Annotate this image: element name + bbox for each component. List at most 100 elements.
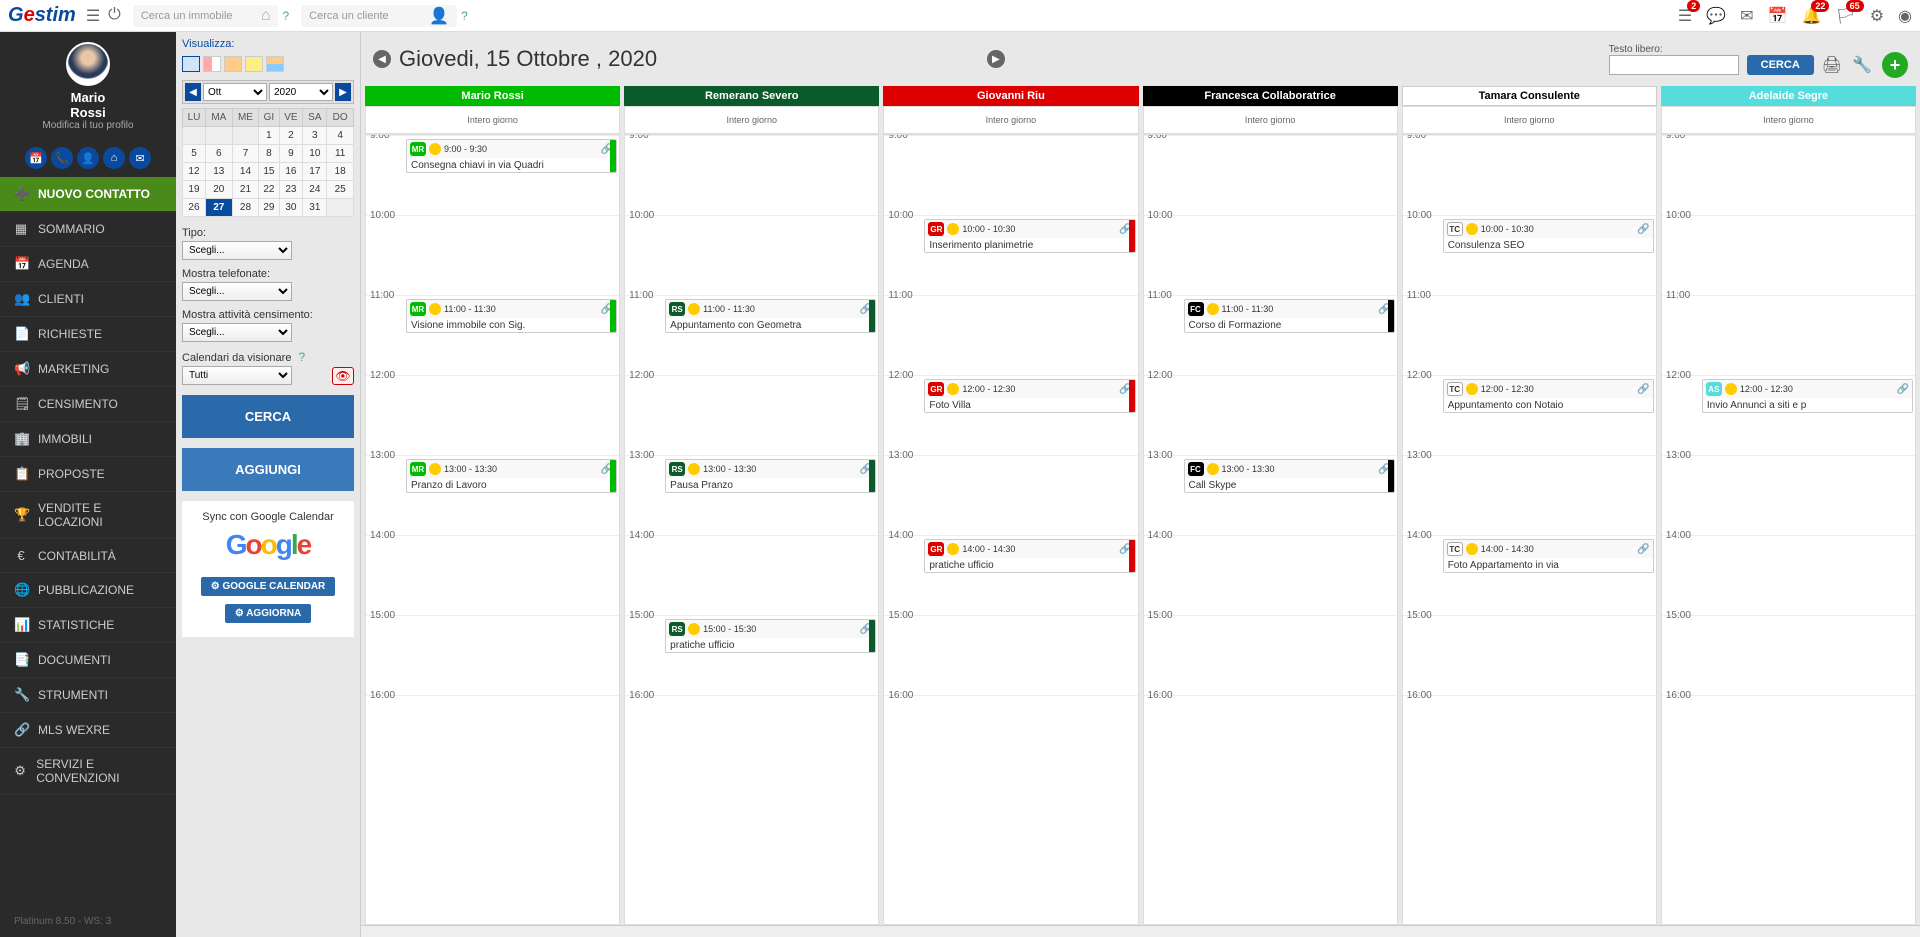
nav-contabilità[interactable]: €CONTABILITÀ bbox=[0, 539, 176, 573]
event[interactable]: RS13:00 - 13:30🔗Pausa Pranzo bbox=[665, 459, 876, 493]
nav-servizi-e-convenzioni[interactable]: ⚙SERVIZI E CONVENZIONI bbox=[0, 748, 176, 795]
power-icon[interactable]: ⏻ bbox=[108, 6, 121, 26]
minical-day[interactable]: 28 bbox=[232, 199, 259, 217]
allday-cell[interactable]: Intero giorno bbox=[1402, 106, 1657, 134]
time-body[interactable]: 9:0010:0011:0012:0013:0014:0015:0016:00G… bbox=[883, 134, 1138, 925]
view-day-icon[interactable] bbox=[182, 56, 200, 72]
bell-icon[interactable]: 🔔22 bbox=[1801, 6, 1821, 26]
event[interactable]: FC11:00 - 11:30🔗Corso di Formazione bbox=[1184, 299, 1395, 333]
time-body[interactable]: 9:0010:0011:0012:0013:0014:0015:0016:00A… bbox=[1661, 134, 1916, 925]
qi-user-icon[interactable]: 👤 bbox=[77, 147, 99, 169]
support-icon[interactable]: ◉ bbox=[1898, 6, 1912, 26]
nav-immobili[interactable]: 🏢IMMOBILI bbox=[0, 422, 176, 457]
nav-new-contact[interactable]: ➕ NUOVO CONTATTO bbox=[0, 177, 176, 212]
gear-icon[interactable]: ⚙ bbox=[1870, 6, 1884, 26]
aggiorna-button[interactable]: ⚙ AGGIORNA bbox=[225, 604, 311, 623]
minical-day[interactable]: 11 bbox=[327, 145, 354, 163]
event[interactable]: AS12:00 - 12:30🔗Invio Annunci a siti e p bbox=[1702, 379, 1913, 413]
nav-agenda[interactable]: 📅AGENDA bbox=[0, 247, 176, 282]
search-client-input[interactable] bbox=[309, 10, 429, 22]
qi-phone-icon[interactable]: 📞 bbox=[51, 147, 73, 169]
column-header[interactable]: Remerano Severo bbox=[624, 86, 879, 106]
event[interactable]: TC10:00 - 10:30🔗Consulenza SEO bbox=[1443, 219, 1654, 253]
minical-day[interactable]: 3 bbox=[303, 127, 327, 145]
minical-day[interactable]: 1 bbox=[259, 127, 279, 145]
allday-cell[interactable]: Intero giorno bbox=[883, 106, 1138, 134]
column-header[interactable]: Adelaide Segre bbox=[1661, 86, 1916, 106]
event[interactable]: RS11:00 - 11:30🔗Appuntamento con Geometr… bbox=[665, 299, 876, 333]
event[interactable]: GR14:00 - 14:30🔗pratiche ufficio bbox=[924, 539, 1135, 573]
minical-day[interactable]: 18 bbox=[327, 163, 354, 181]
nav-censimento[interactable]: 🗒CENSIMENTO bbox=[0, 387, 176, 422]
minical-day[interactable]: 21 bbox=[232, 181, 259, 199]
flag-icon[interactable]: 🏳65 bbox=[1835, 6, 1855, 26]
tasks-icon[interactable]: ☰2 bbox=[1678, 6, 1692, 26]
prev-month-button[interactable]: ◀ bbox=[185, 83, 201, 101]
help-icon[interactable]: ? bbox=[299, 350, 306, 364]
minical-day[interactable]: 30 bbox=[279, 199, 303, 217]
profile[interactable]: Mario Rossi Modifica il tuo profilo bbox=[0, 32, 176, 139]
minical-day[interactable]: 13 bbox=[205, 163, 232, 181]
nav-mls-wexre[interactable]: 🔗MLS WEXRE bbox=[0, 713, 176, 748]
prev-day-button[interactable]: ◀ bbox=[373, 50, 391, 68]
event[interactable]: FC13:00 - 13:30🔗Call Skype bbox=[1184, 459, 1395, 493]
minical[interactable]: LUMAMEGIVESADO 1234567891011121314151617… bbox=[182, 108, 354, 217]
view-month-icon[interactable] bbox=[245, 56, 263, 72]
time-body[interactable]: 9:0010:0011:0012:0013:0014:0015:0016:00R… bbox=[624, 134, 879, 925]
time-body[interactable]: 9:0010:0011:0012:0013:0014:0015:0016:00M… bbox=[365, 134, 620, 925]
event[interactable]: MR9:00 - 9:30🔗Consegna chiavi in via Qua… bbox=[406, 139, 617, 173]
nav-richieste[interactable]: 📄RICHIESTE bbox=[0, 317, 176, 352]
minical-day[interactable]: 27 bbox=[205, 199, 232, 217]
add-event-button[interactable]: + bbox=[1882, 52, 1908, 78]
minical-day[interactable]: 31 bbox=[303, 199, 327, 217]
next-day-button[interactable]: ▶ bbox=[987, 50, 1005, 68]
minical-day[interactable]: 8 bbox=[259, 145, 279, 163]
calendar-icon[interactable]: 📅 bbox=[1768, 6, 1788, 26]
minical-day[interactable]: 20 bbox=[205, 181, 232, 199]
minical-day[interactable]: 23 bbox=[279, 181, 303, 199]
minical-day[interactable]: 17 bbox=[303, 163, 327, 181]
nav-sommario[interactable]: ▦SOMMARIO bbox=[0, 212, 176, 247]
nav-vendite-e-locazioni[interactable]: 🏆VENDITE E LOCAZIONI bbox=[0, 492, 176, 539]
eye-icon[interactable] bbox=[332, 367, 354, 385]
allday-cell[interactable]: Intero giorno bbox=[624, 106, 879, 134]
mail-icon[interactable]: ✉ bbox=[1740, 6, 1753, 26]
event[interactable]: TC14:00 - 14:30🔗Foto Appartamento in via bbox=[1443, 539, 1654, 573]
time-body[interactable]: 9:0010:0011:0012:0013:0014:0015:0016:00T… bbox=[1402, 134, 1657, 925]
month-select[interactable]: Ott bbox=[203, 83, 267, 101]
nav-statistiche[interactable]: 📊STATISTICHE bbox=[0, 608, 176, 643]
qi-mail-icon[interactable]: ✉ bbox=[129, 147, 151, 169]
qi-calendar-icon[interactable]: 📅 bbox=[25, 147, 47, 169]
help-icon[interactable]: ? bbox=[282, 9, 289, 23]
minical-day[interactable]: 29 bbox=[259, 199, 279, 217]
header-cerca-button[interactable]: CERCA bbox=[1747, 55, 1814, 75]
year-select[interactable]: 2020 bbox=[269, 83, 333, 101]
censimento-select[interactable]: Scegli... bbox=[182, 323, 292, 342]
allday-cell[interactable]: Intero giorno bbox=[365, 106, 620, 134]
menu-icon[interactable]: ☰ bbox=[86, 6, 100, 26]
minical-day[interactable]: 15 bbox=[259, 163, 279, 181]
minical-day[interactable]: 6 bbox=[205, 145, 232, 163]
chat-icon[interactable]: 💬 bbox=[1706, 6, 1726, 26]
minical-day[interactable]: 9 bbox=[279, 145, 303, 163]
help-icon-2[interactable]: ? bbox=[461, 9, 468, 23]
event[interactable]: MR13:00 - 13:30🔗Pranzo di Lavoro bbox=[406, 459, 617, 493]
minical-day[interactable]: 5 bbox=[183, 145, 206, 163]
search-property-input[interactable] bbox=[141, 10, 261, 22]
event[interactable]: TC12:00 - 12:30🔗Appuntamento con Notaio bbox=[1443, 379, 1654, 413]
telefonate-select[interactable]: Scegli... bbox=[182, 282, 292, 301]
nav-proposte[interactable]: 📋PROPOSTE bbox=[0, 457, 176, 492]
search-property[interactable]: ⌂ bbox=[133, 5, 279, 27]
event[interactable]: GR12:00 - 12:30🔗Foto Villa bbox=[924, 379, 1135, 413]
allday-cell[interactable]: Intero giorno bbox=[1661, 106, 1916, 134]
column-header[interactable]: Francesca Collaboratrice bbox=[1143, 86, 1398, 106]
minical-day[interactable]: 25 bbox=[327, 181, 354, 199]
nav-pubblicazione[interactable]: 🌐PUBBLICAZIONE bbox=[0, 573, 176, 608]
column-header[interactable]: Giovanni Riu bbox=[883, 86, 1138, 106]
column-header[interactable]: Mario Rossi bbox=[365, 86, 620, 106]
minical-day[interactable]: 10 bbox=[303, 145, 327, 163]
google-calendar-button[interactable]: ⚙ GOOGLE CALENDAR bbox=[201, 577, 336, 596]
qi-home-icon[interactable]: ⌂ bbox=[103, 147, 125, 169]
event[interactable]: RS15:00 - 15:30🔗pratiche ufficio bbox=[665, 619, 876, 653]
minical-day[interactable]: 2 bbox=[279, 127, 303, 145]
